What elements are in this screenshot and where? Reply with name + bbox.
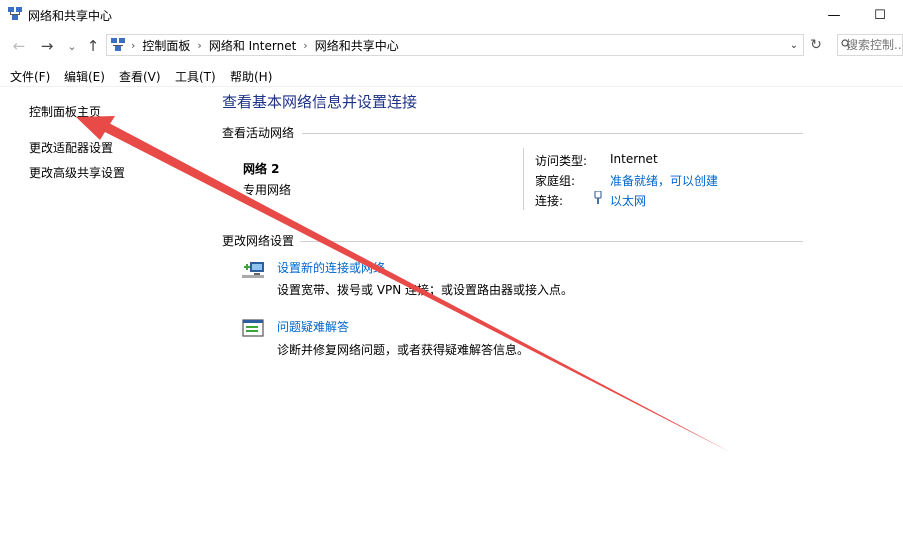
minimize-button[interactable]: — xyxy=(811,0,857,30)
sidebar-item-control-panel-home[interactable]: 控制面板主页 xyxy=(29,103,101,120)
divider xyxy=(300,241,803,242)
page-title: 查看基本网络信息并设置连接 xyxy=(222,93,418,111)
refresh-icon: ↻ xyxy=(810,37,822,53)
ethernet-icon xyxy=(594,191,602,204)
menu-edit[interactable]: 编辑(E) xyxy=(64,68,105,85)
divider xyxy=(302,133,803,134)
homegroup-label: 家庭组: xyxy=(535,174,576,188)
ethernet-link[interactable]: 以太网 xyxy=(610,192,646,209)
menu-help[interactable]: 帮助(H) xyxy=(230,68,272,85)
network-name: 网络 2 xyxy=(243,162,280,176)
breadcrumb-network-sharing-center[interactable]: 网络和共享中心 xyxy=(315,37,399,54)
up-arrow-icon: ↑ xyxy=(86,37,100,55)
divider xyxy=(523,148,524,210)
network-center-icon xyxy=(8,7,22,20)
title-bar: 网络和共享中心 — ☐ xyxy=(0,0,903,30)
control-panel-icon xyxy=(111,38,125,51)
back-button[interactable]: ← xyxy=(10,37,28,55)
chevron-down-icon: ⌄ xyxy=(67,39,77,53)
chevron-down-icon: ⌄ xyxy=(789,39,799,51)
new-connection-icon xyxy=(242,262,264,278)
access-type-value: Internet xyxy=(610,152,658,166)
maximize-button[interactable]: ☐ xyxy=(857,0,903,30)
breadcrumb-network-internet[interactable]: 网络和 Internet xyxy=(209,37,296,54)
address-dropdown-button[interactable]: ⌄ xyxy=(785,36,803,54)
back-arrow-icon: ← xyxy=(12,37,26,55)
troubleshoot-link[interactable]: 问题疑难解答 xyxy=(277,318,349,335)
menu-tools[interactable]: 工具(T) xyxy=(175,68,216,85)
menu-file[interactable]: 文件(F) xyxy=(10,68,50,85)
homegroup-link[interactable]: 准备就绪，可以创建 xyxy=(610,172,718,189)
active-networks-header: 查看活动网络 xyxy=(222,126,295,140)
connections-label: 连接: xyxy=(535,194,564,208)
troubleshoot-icon xyxy=(242,319,264,337)
menu-bar: 文件(F) 编辑(E) 查看(V) 工具(T) 帮助(H) xyxy=(0,64,903,87)
breadcrumb-control-panel[interactable]: 控制面板 xyxy=(142,37,190,54)
forward-button[interactable]: → xyxy=(38,37,56,55)
recent-locations-button[interactable]: ⌄ xyxy=(63,37,81,55)
sidebar-item-change-adapter-settings[interactable]: 更改适配器设置 xyxy=(29,139,113,156)
sidebar-item-change-advanced-sharing[interactable]: 更改高级共享设置 xyxy=(29,164,125,181)
setup-new-connection-desc: 设置宽带、拨号或 VPN 连接；或设置路由器或接入点。 xyxy=(277,283,574,297)
troubleshoot-desc: 诊断并修复网络问题，或者获得疑难解答信息。 xyxy=(277,343,530,357)
access-type-label: 访问类型: xyxy=(535,154,588,168)
breadcrumb-sep-icon: › xyxy=(197,38,202,52)
breadcrumb-sep-icon: › xyxy=(303,38,308,52)
menu-view[interactable]: 查看(V) xyxy=(119,68,161,85)
search-input[interactable] xyxy=(846,36,902,54)
forward-arrow-icon: → xyxy=(40,37,54,55)
network-category[interactable]: 专用网络 xyxy=(243,181,291,198)
address-bar[interactable]: › 控制面板 › 网络和 Internet › 网络和共享中心 xyxy=(106,34,804,56)
breadcrumb-sep-icon: › xyxy=(131,38,136,52)
change-settings-header: 更改网络设置 xyxy=(222,234,295,248)
refresh-button[interactable]: ↻ xyxy=(806,35,826,55)
search-box[interactable] xyxy=(837,34,903,56)
window-title: 网络和共享中心 xyxy=(28,9,113,23)
up-button[interactable]: ↑ xyxy=(84,37,102,55)
setup-new-connection-link[interactable]: 设置新的连接或网络 xyxy=(277,259,385,276)
